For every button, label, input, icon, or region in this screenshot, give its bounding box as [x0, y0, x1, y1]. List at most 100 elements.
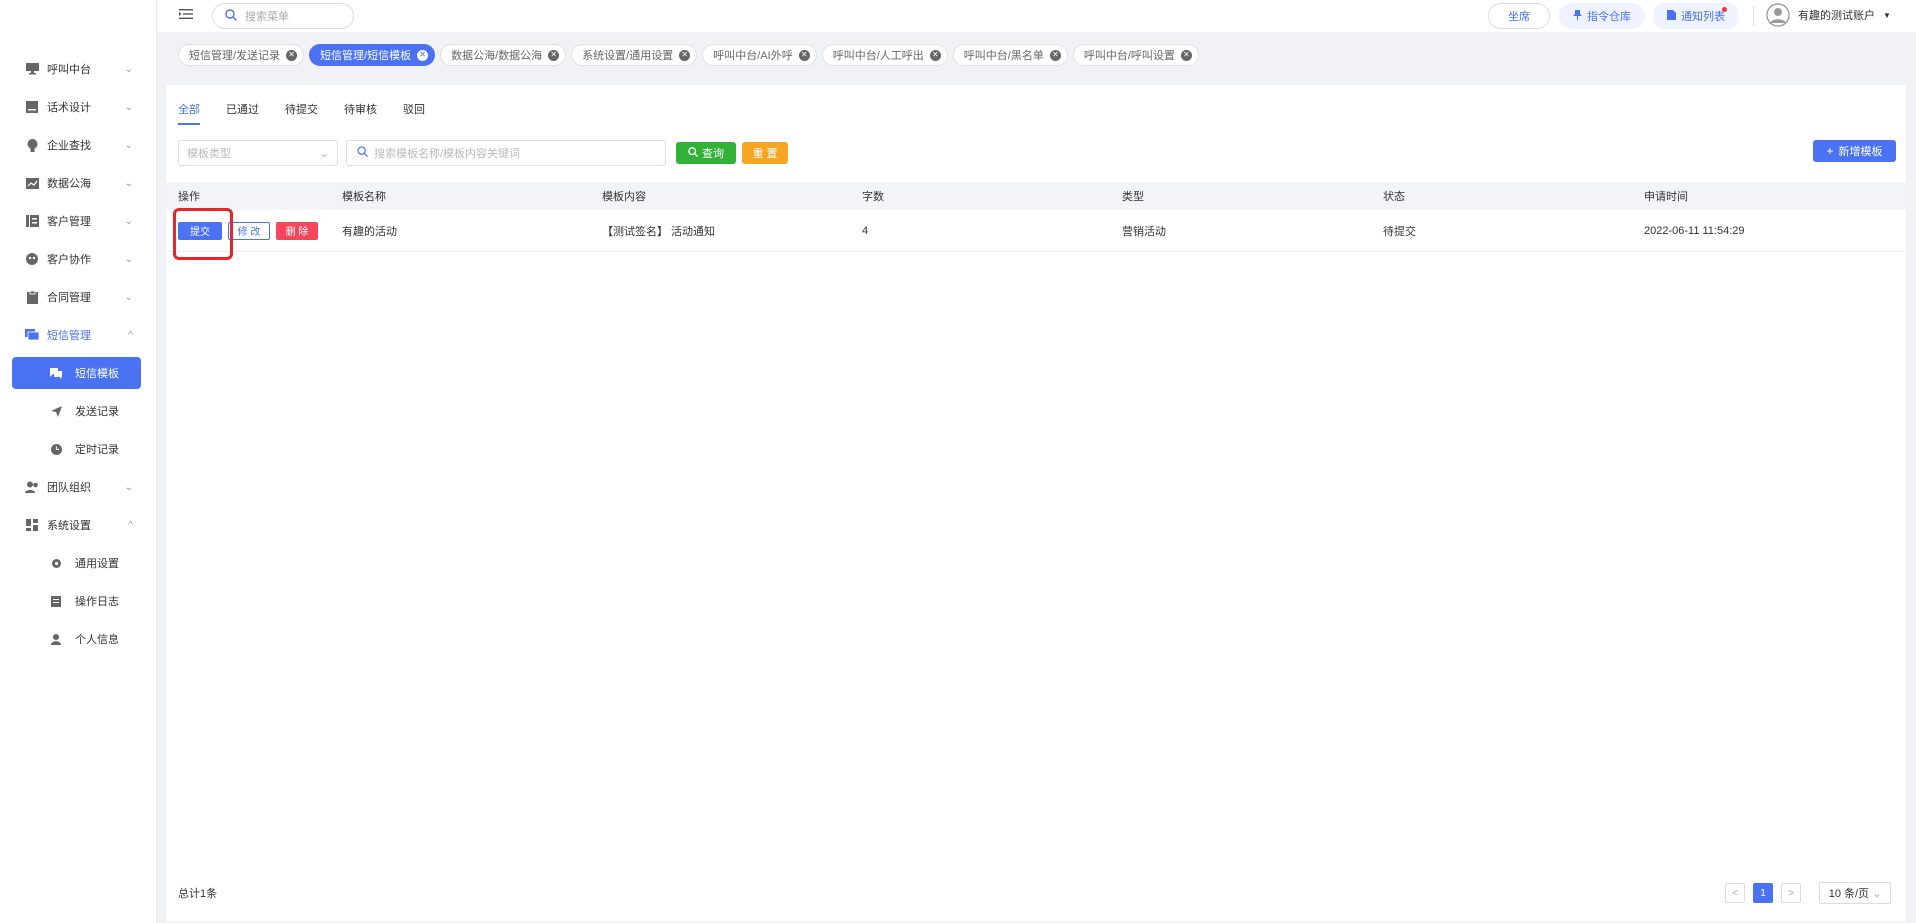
delete-button[interactable]: 删 除 — [276, 221, 318, 240]
sidebar-item-sms-management[interactable]: 短信管理 ^ — [0, 316, 157, 354]
chevron-down-icon: ⌄ — [1872, 887, 1882, 900]
sidebar-item-label: 客户管理 — [47, 216, 91, 228]
tab-label: 呼叫中台/AI外呼 — [713, 50, 793, 62]
close-icon[interactable]: ✕ — [417, 49, 429, 61]
top-bar: 搜索菜单 坐席 指令仓库 通知列表 有趣的测试账户 ▼ — [157, 0, 1916, 32]
column-header: 状态 — [1383, 191, 1405, 203]
sidebar-item-script-design[interactable]: 话术设计 ⌄ — [0, 88, 157, 126]
column-header: 操作 — [178, 191, 200, 203]
close-icon[interactable]: ✕ — [548, 49, 560, 61]
menu-search-input[interactable]: 搜索菜单 — [212, 3, 354, 29]
search-icon — [225, 8, 237, 24]
sidebar-item-call-center[interactable]: 呼叫中台 ⌄ — [0, 50, 157, 88]
template-type-select[interactable]: 模板类型 ⌄ — [178, 140, 338, 166]
customer-icon — [25, 214, 39, 228]
script-icon — [25, 100, 39, 114]
reset-button[interactable]: 重 置 — [742, 142, 788, 164]
template-name-cell: 有趣的活动 — [342, 225, 397, 238]
close-icon[interactable]: ✕ — [798, 49, 810, 61]
chat-icon — [50, 367, 62, 379]
sidebar-item-label: 团队组织 — [47, 482, 91, 494]
bulb-icon — [25, 138, 39, 152]
sidebar-item-company-search[interactable]: 企业查找 ⌄ — [0, 126, 157, 164]
sidebar-item-customer-collab[interactable]: 客户协作 ⌄ — [0, 240, 157, 278]
pagination: < 1 > 10 条/页 ⌄ — [1717, 882, 1891, 904]
sidebar-item-system-settings[interactable]: 系统设置 ^ — [0, 506, 157, 544]
sidebar-item-team-org[interactable]: 团队组织 ⌄ — [0, 468, 157, 506]
sidebar-item-send-records[interactable]: 发送记录 — [0, 392, 157, 430]
add-template-button[interactable]: + 新增模板 — [1813, 140, 1896, 162]
status-tabs: 全部 已通过 待提交 待审核 驳回 — [178, 101, 451, 125]
status-cell: 待提交 — [1383, 225, 1416, 238]
sidebar-item-general-settings[interactable]: 通用设置 — [0, 544, 157, 582]
command-warehouse-button[interactable]: 指令仓库 — [1559, 3, 1645, 29]
sidebar-item-label: 客户协作 — [47, 254, 91, 266]
chevron-down-icon: ⌄ — [124, 101, 133, 113]
monitor-icon — [25, 62, 39, 76]
sidebar-item-sms-template[interactable]: 短信模板 — [12, 357, 141, 389]
chevron-down-icon: ⌄ — [124, 139, 133, 151]
column-header: 模板内容 — [602, 191, 646, 203]
query-button[interactable]: 查询 — [676, 142, 736, 164]
status-tab-rejected[interactable]: 驳回 — [403, 101, 425, 125]
sidebar-item-contract-management[interactable]: 合同管理 ⌄ — [0, 278, 157, 316]
chevron-down-icon: ⌄ — [319, 147, 329, 160]
sidebar: 呼叫中台 ⌄ 话术设计 ⌄ 企业查找 ⌄ 数据公海 ⌄ 客户管理 ⌄ 客户协作 … — [0, 0, 157, 923]
close-icon[interactable]: ✕ — [1180, 49, 1192, 61]
menu-toggle-icon[interactable] — [179, 8, 193, 20]
sidebar-item-label: 通用设置 — [75, 558, 119, 570]
close-icon[interactable]: ✕ — [286, 49, 298, 61]
keyword-search-input[interactable]: 搜索模板名称/模板内容关键词 — [346, 140, 666, 166]
user-name: 有趣的测试账户 — [1798, 10, 1875, 22]
page-size-label: 10 条/页 — [1828, 888, 1870, 900]
sidebar-item-customer-management[interactable]: 客户管理 ⌄ — [0, 202, 157, 240]
sidebar-item-label: 呼叫中台 — [47, 64, 91, 76]
tab-sms-send-records[interactable]: 短信管理/发送记录 ✕ — [178, 44, 305, 66]
status-tab-all[interactable]: 全部 — [178, 101, 200, 125]
close-icon[interactable]: ✕ — [929, 49, 941, 61]
tab-ai-outbound[interactable]: 呼叫中台/AI外呼 ✕ — [702, 44, 817, 66]
notification-dot — [1722, 7, 1727, 12]
modify-button[interactable]: 修 改 — [228, 221, 270, 240]
pin-icon — [1573, 9, 1582, 23]
seat-button[interactable]: 坐席 — [1488, 3, 1550, 29]
sidebar-item-label: 合同管理 — [47, 292, 91, 304]
tab-data-pool[interactable]: 数据公海/数据公海 ✕ — [440, 44, 567, 66]
chevron-down-icon: ⌄ — [124, 63, 133, 75]
sidebar-item-label: 系统设置 — [47, 520, 91, 532]
page-size-select[interactable]: 10 条/页 ⌄ — [1819, 882, 1891, 904]
notification-list-button[interactable]: 通知列表 — [1653, 3, 1739, 29]
submit-button[interactable]: 提交 — [178, 221, 222, 240]
tab-blacklist[interactable]: 呼叫中台/黑名单 ✕ — [952, 44, 1068, 66]
next-page-button[interactable]: > — [1781, 883, 1801, 903]
status-tab-pending-review[interactable]: 待审核 — [344, 101, 377, 125]
clipboard-icon — [25, 290, 39, 304]
filter-bar: 模板类型 ⌄ 搜索模板名称/模板内容关键词 查询 重 置 — [178, 140, 788, 166]
close-icon[interactable]: ✕ — [679, 49, 691, 61]
tab-label: 呼叫中台/人工呼出 — [832, 50, 924, 62]
tab-manual-outbound[interactable]: 呼叫中台/人工呼出 ✕ — [821, 44, 948, 66]
chevron-up-icon: ^ — [128, 329, 133, 341]
message-icon — [25, 328, 39, 342]
prev-page-button[interactable]: < — [1725, 883, 1745, 903]
user-menu[interactable]: 有趣的测试账户 ▼ — [1766, 3, 1891, 27]
type-cell: 营销活动 — [1122, 225, 1166, 238]
tab-sms-template[interactable]: 短信管理/短信模板 ✕ — [309, 44, 436, 66]
sidebar-item-label: 定时记录 — [75, 444, 119, 456]
keyword-placeholder: 搜索模板名称/模板内容关键词 — [374, 148, 521, 160]
status-tab-pending-submit[interactable]: 待提交 — [285, 101, 318, 125]
tab-call-settings[interactable]: 呼叫中台/呼叫设置 ✕ — [1072, 44, 1199, 66]
sidebar-item-operation-log[interactable]: 操作日志 — [0, 582, 157, 620]
chevron-down-icon: ⌄ — [124, 215, 133, 227]
search-placeholder: 搜索菜单 — [245, 11, 289, 23]
sidebar-item-scheduled-records[interactable]: 定时记录 — [0, 430, 157, 468]
tab-general-settings[interactable]: 系统设置/通用设置 ✕ — [571, 44, 698, 66]
sidebar-item-data-pool[interactable]: 数据公海 ⌄ — [0, 164, 157, 202]
tab-label: 数据公海/数据公海 — [451, 50, 543, 62]
page-button-current[interactable]: 1 — [1753, 883, 1773, 903]
sidebar-item-personal-info[interactable]: 个人信息 — [0, 620, 157, 658]
column-header: 申请时间 — [1644, 191, 1688, 203]
status-tab-approved[interactable]: 已通过 — [226, 101, 259, 125]
close-icon[interactable]: ✕ — [1049, 49, 1061, 61]
template-type-placeholder: 模板类型 — [187, 148, 231, 160]
